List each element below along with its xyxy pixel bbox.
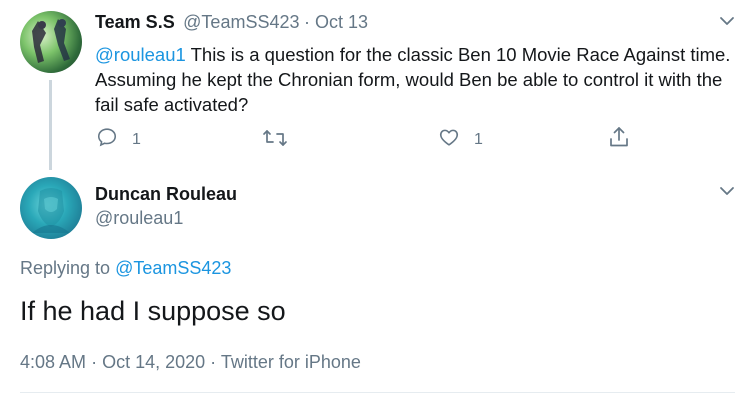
tweet2-time[interactable]: 4:08 AM <box>20 352 86 372</box>
tweet2-author-name[interactable]: Duncan Rouleau <box>95 184 237 205</box>
tweet1-reply-action[interactable]: 1 <box>96 126 141 153</box>
tweet1-author-handle[interactable]: @TeamSS423 <box>183 12 299 32</box>
meta-separator-1: · <box>91 352 103 372</box>
share-icon <box>608 125 630 154</box>
tweet2-source[interactable]: Twitter for iPhone <box>221 352 361 372</box>
heart-icon <box>438 126 460 153</box>
replying-to: Replying to @TeamSS423 <box>20 258 231 279</box>
tweet2-text: If he had I suppose so <box>20 296 286 326</box>
divider <box>20 392 735 393</box>
tweet2-menu-chevron-down-icon[interactable] <box>718 182 736 205</box>
tweet1-reply-count: 1 <box>132 130 141 148</box>
tweet1-separator: · <box>303 12 315 32</box>
tweet1-author-name[interactable]: Team S.S <box>95 12 175 32</box>
replying-to-handle[interactable]: @TeamSS423 <box>115 258 231 278</box>
tweet1-text: This is a question for the classic Ben 1… <box>95 44 731 115</box>
replying-to-prefix: Replying to <box>20 258 116 278</box>
duncan-rouleau-avatar[interactable] <box>20 177 82 239</box>
reply-icon <box>96 126 118 153</box>
tweet2-date[interactable]: Oct 14, 2020 <box>102 352 205 372</box>
tweet1-body: @rouleau1 This is a question for the cla… <box>95 42 735 117</box>
tweet2-author-handle[interactable]: @rouleau1 <box>95 208 183 229</box>
tweet2-author-name-text: Duncan Rouleau <box>95 184 238 204</box>
tweet1-like-count: 1 <box>474 130 483 148</box>
thread-line <box>49 80 52 170</box>
tweet2-meta: 4:08 AM · Oct 14, 2020 · Twitter for iPh… <box>20 352 361 373</box>
tweet1-menu-chevron-down-icon[interactable] <box>718 12 736 35</box>
team-ss-avatar[interactable] <box>20 11 82 73</box>
tweet1-share-action[interactable] <box>608 125 630 154</box>
tweet1-like-action[interactable]: 1 <box>438 126 483 153</box>
tweet1-header: Team S.S @TeamSS423 · Oct 13 <box>95 12 368 33</box>
retweet-icon <box>262 128 288 153</box>
tweet1-mention[interactable]: @rouleau1 <box>95 44 186 65</box>
tweet1-retweet-action[interactable] <box>262 128 288 153</box>
tweet1-date[interactable]: Oct 13 <box>315 12 368 32</box>
meta-separator-2: · <box>210 352 221 372</box>
